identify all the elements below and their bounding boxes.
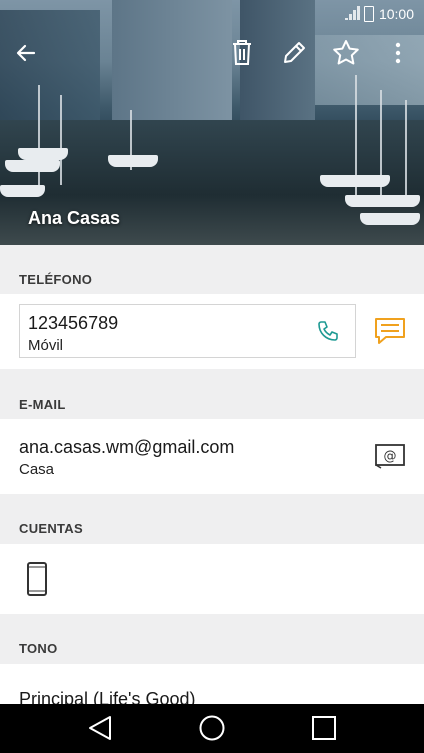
phone-device-icon: [26, 561, 48, 597]
triangle-back-icon: [89, 716, 111, 740]
signal-icon: [353, 10, 356, 20]
email-address: ana.casas.wm@gmail.com: [19, 437, 235, 457]
ringtone-section-label: TONO: [19, 641, 58, 656]
accounts-panel: [0, 544, 424, 614]
phone-type: Móvil: [28, 337, 64, 354]
battery-icon: [364, 6, 374, 22]
photo-boat: [0, 185, 45, 197]
phone-section-label: TELÉFONO: [19, 272, 93, 287]
signal-icon: [349, 14, 352, 20]
status-time: 10:00: [378, 6, 414, 22]
pencil-icon: [284, 42, 305, 63]
photo-mast: [60, 95, 62, 185]
square-recents-icon: [312, 716, 336, 740]
nav-back-button[interactable]: [86, 714, 116, 744]
star-icon: [333, 40, 359, 65]
email-section-label: E-MAIL: [19, 397, 66, 412]
more-vert-icon: [395, 42, 401, 64]
trash-icon: [233, 40, 251, 65]
phone-number: 123456789: [28, 313, 119, 333]
photo-mast: [405, 100, 407, 200]
status-bar: 10:00: [0, 0, 424, 28]
photo-boat: [5, 160, 60, 172]
send-email-button[interactable]: @: [374, 443, 406, 471]
arrow-left-icon: [16, 44, 36, 62]
call-button[interactable]: [316, 319, 342, 345]
ringtone-value: Principal (Life's Good): [19, 689, 196, 704]
navigation-bar: [0, 704, 424, 753]
ringtone-entry[interactable]: Principal (Life's Good): [0, 664, 424, 704]
message-button[interactable]: [374, 317, 408, 347]
edit-button[interactable]: [276, 35, 312, 71]
email-entry[interactable]: ana.casas.wm@gmail.com Casa @: [0, 419, 424, 494]
nav-recents-button[interactable]: [310, 714, 340, 744]
photo-boat: [108, 155, 158, 167]
photo-boat: [18, 148, 68, 160]
back-button[interactable]: [8, 35, 44, 71]
more-options-button[interactable]: [380, 35, 416, 71]
signal-icon: [345, 18, 348, 20]
signal-icon: [357, 6, 360, 20]
photo-mast: [38, 85, 40, 195]
photo-boat: [360, 213, 420, 225]
accounts-section-label: CUENTAS: [19, 521, 83, 536]
svg-text:@: @: [384, 449, 397, 464]
phone-entry[interactable]: 123456789 Móvil: [19, 304, 356, 358]
message-icon: [375, 318, 405, 344]
circle-home-icon: [199, 715, 225, 741]
photo-boat: [345, 195, 420, 207]
contact-name: Ana Casas: [28, 208, 121, 228]
nav-home-button[interactable]: [198, 714, 228, 744]
phone-icon: [318, 321, 338, 341]
favorite-button[interactable]: [328, 35, 364, 71]
photo-boat: [320, 175, 390, 187]
delete-button[interactable]: [224, 35, 260, 71]
email-type: Casa: [19, 461, 55, 478]
at-mail-icon: @: [375, 444, 405, 469]
